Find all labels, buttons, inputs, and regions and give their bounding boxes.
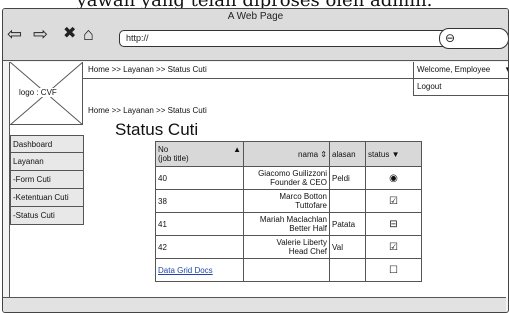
search-icon: ⊖ (445, 31, 456, 45)
home-icon[interactable]: ⌂ (83, 24, 94, 44)
status-unchecked-control[interactable]: ☐ (365, 258, 422, 282)
breadcrumb-text: Home >> Layanan >> Status Cuti (88, 65, 207, 74)
status-cuti-table: ▲ No (job title) nama ⇕ alasan status ▼ … (155, 141, 422, 282)
table-row[interactable]: 41 Mariah Maclachlan Better Half Patata ⊟ (155, 212, 422, 236)
logout-link[interactable]: Logout (413, 79, 508, 96)
sidebar-nav: Dashboard Layanan -Form Cuti -Ketentuan … (10, 135, 84, 225)
table-row[interactable]: 40 Giacomo Guilizzoni Founder & CEO Peldi ◉ (155, 166, 422, 190)
cell-alasan: Peldi (329, 166, 366, 190)
status-checked-control[interactable]: ☑ (365, 189, 422, 213)
chevron-down-icon: ▼ (504, 62, 508, 78)
window-title: A Web Page (227, 11, 284, 22)
logo-text: logo : CVF (18, 88, 58, 97)
sidebar-item-status-cuti[interactable]: -Status Cuti (10, 207, 84, 225)
cell-footer-link: Data Grid Docs (155, 258, 244, 282)
sort-down-icon: ▼ (391, 149, 400, 159)
cell-alasan: Val (329, 235, 366, 259)
column-header-no[interactable]: ▲ No (job title) (155, 141, 244, 167)
cell-alasan: Patata (329, 212, 366, 236)
cell-nama: Giacomo Guilizzoni Founder & CEO (243, 166, 330, 190)
table-row[interactable]: 38 Marco Botton Tuttofare ☑ (155, 189, 422, 213)
column-header-nama-label: nama (298, 149, 319, 159)
horizontal-scrollbar[interactable] (3, 297, 506, 312)
cell-no: 42 (155, 235, 244, 259)
page-title: Status Cuti (115, 120, 199, 139)
cell-empty (243, 258, 330, 282)
sidebar-item-form-cuti[interactable]: -Form Cuti (10, 171, 84, 189)
sidebar-item-layanan[interactable]: Layanan (10, 153, 84, 171)
logo-placeholder-image: logo : CVF (10, 62, 83, 125)
status-radio-control[interactable]: ◉ (365, 166, 422, 190)
table-row[interactable]: 42 Valerie Liberty Head Chef Val ☑ (155, 235, 422, 259)
status-indeterminate-control[interactable]: ⊟ (365, 212, 422, 236)
data-grid-docs-link[interactable]: Data Grid Docs (158, 266, 213, 275)
column-header-no-label: No (job title) (158, 145, 189, 163)
table-footer-row: Data Grid Docs ☐ (155, 258, 422, 282)
welcome-label: Welcome, Employee (417, 65, 491, 74)
forward-arrow-icon[interactable]: ⇨ (33, 24, 48, 44)
sort-up-icon: ▲ (233, 145, 241, 154)
cell-no: 41 (155, 212, 244, 236)
column-header-nama[interactable]: nama ⇕ (243, 141, 330, 167)
status-checked-control[interactable]: ☑ (365, 235, 422, 259)
column-header-status[interactable]: status ▼ (365, 141, 422, 167)
sort-both-icon: ⇕ (320, 149, 327, 159)
browser-window: A Web Page ⇦ ⇨ ✖ ⌂ http:// ⊖ logo : CVF … (2, 8, 509, 313)
cell-nama: Valerie Liberty Head Chef (243, 235, 330, 259)
column-header-alasan[interactable]: alasan (329, 141, 366, 167)
url-field[interactable]: http:// (119, 30, 479, 47)
table-header-row: ▲ No (job title) nama ⇕ alasan status ▼ (155, 141, 422, 167)
user-menu[interactable]: Welcome, Employee ▼ (413, 62, 508, 79)
main-breadcrumb: Home >> Layanan >> Status Cuti (88, 106, 207, 115)
cell-empty (329, 258, 366, 282)
cell-nama: Marco Botton Tuttofare (243, 189, 330, 213)
sidebar-item-dashboard[interactable]: Dashboard (10, 135, 84, 153)
back-arrow-icon[interactable]: ⇦ (7, 24, 22, 44)
sidebar-item-ketentuan-cuti[interactable]: -Ketentuan Cuti (10, 189, 84, 207)
cell-no: 40 (155, 166, 244, 190)
table-body: 40 Giacomo Guilizzoni Founder & CEO Peldi ◉… (155, 166, 422, 282)
search-field[interactable]: ⊖ (439, 28, 508, 49)
cell-nama: Mariah Maclachlan Better Half (243, 212, 330, 236)
cell-alasan (329, 189, 366, 213)
close-icon[interactable]: ✖ (63, 24, 76, 44)
column-header-status-label: status (368, 149, 390, 159)
column-header-alasan-label: alasan (332, 149, 356, 159)
browser-chrome: A Web Page ⇦ ⇨ ✖ ⌂ http:// ⊖ (3, 9, 508, 61)
cell-no: 38 (155, 189, 244, 213)
